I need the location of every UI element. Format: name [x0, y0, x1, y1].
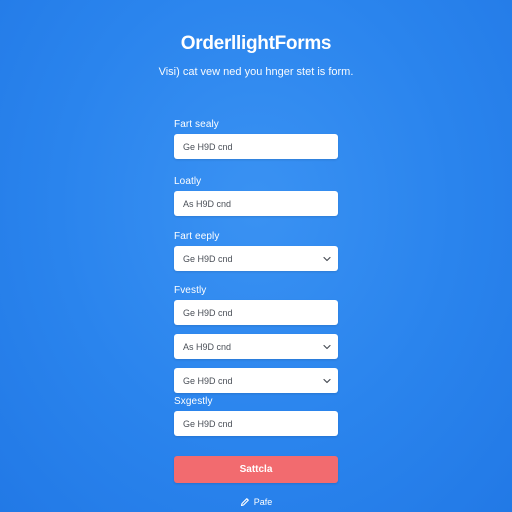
select-dropdown-2[interactable]: As H9D cnd — [174, 334, 338, 359]
pencil-icon — [240, 497, 250, 507]
chevron-down-icon — [320, 334, 334, 359]
text-input-2-value: As H9D cnd — [183, 198, 232, 209]
text-input-2[interactable]: As H9D cnd — [174, 191, 338, 216]
text-input-4-value: Ge H9D cnd — [183, 418, 233, 429]
page-subtitle: Visi) cat vew ned you hnger stet is form… — [158, 66, 354, 78]
field-label-4: Fvestly — [174, 285, 207, 296]
submit-button[interactable]: Sattcla — [174, 456, 338, 483]
footer-link[interactable]: Pafe — [0, 497, 512, 507]
text-input-1-value: Ge H9D cnd — [183, 141, 233, 152]
select-dropdown-2-value: As H9D cnd — [183, 341, 232, 352]
select-dropdown-1-value: Ge H9D cnd — [183, 253, 233, 264]
field-label-5: Sxgestly — [174, 396, 213, 407]
text-input-1[interactable]: Ge H9D cnd — [174, 134, 338, 159]
text-input-3-value: Ge H9D cnd — [183, 307, 233, 318]
field-label-1: Fart sealy — [174, 119, 219, 130]
footer-link-label: Pafe — [253, 497, 273, 507]
text-input-3[interactable]: Ge H9D cnd — [174, 300, 338, 325]
chevron-down-icon — [320, 246, 334, 271]
select-dropdown-3[interactable]: Ge H9D cnd — [174, 368, 338, 393]
page-title: OrderllightForms — [180, 33, 332, 54]
select-dropdown-3-value: Ge H9D cnd — [183, 375, 233, 386]
select-dropdown-1[interactable]: Ge H9D cnd — [174, 246, 338, 271]
field-label-3: Fart eeply — [174, 231, 220, 242]
text-input-4[interactable]: Ge H9D cnd — [174, 411, 338, 436]
field-label-2: Loatly — [174, 176, 202, 187]
chevron-down-icon — [320, 368, 334, 393]
